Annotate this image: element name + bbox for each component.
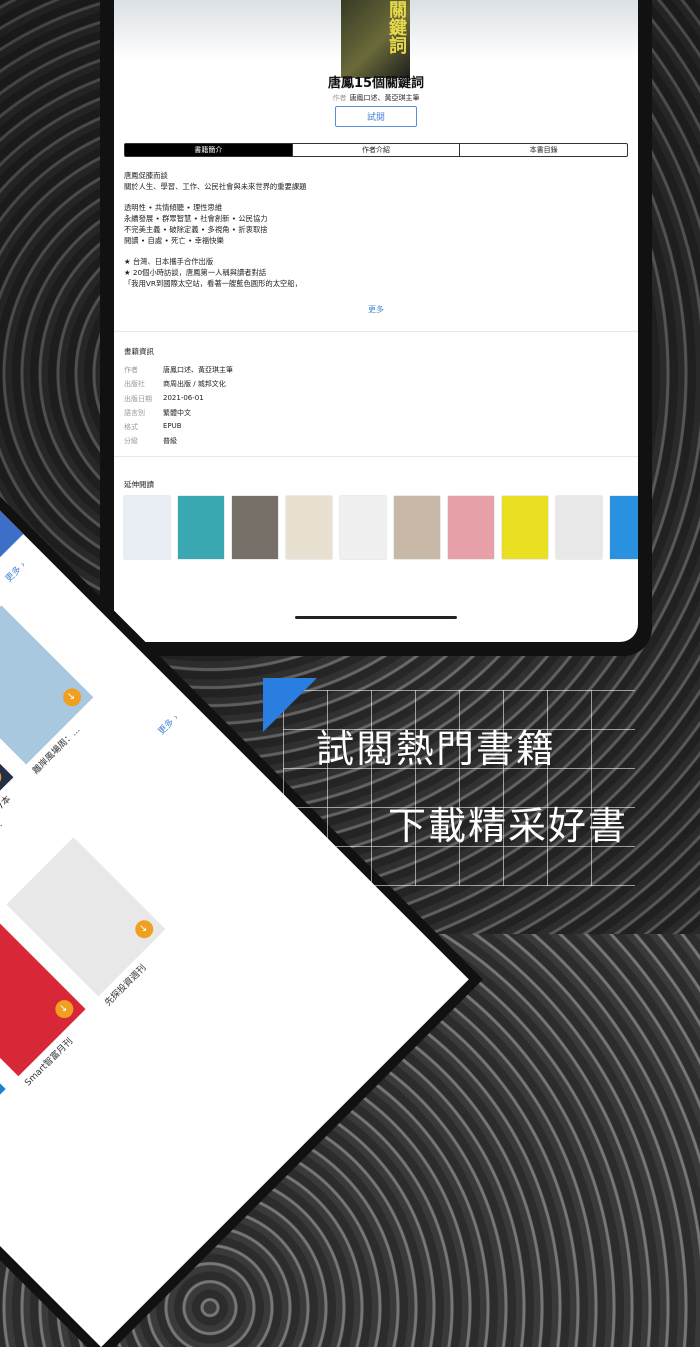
phone-book-cover[interactable]: ↓ [0,605,94,765]
download-icon[interactable]: ↓ [51,996,78,1022]
home-indicator [295,616,457,619]
download-icon[interactable]: ↓ [0,764,5,790]
phone-book[interactable]: ↓ 離岸風場周：... [0,605,115,785]
info-row: 作者 唐鳳口述、黃亞琪主筆 [124,365,233,379]
book-description: 唐鳳促膝而談 關於人生、學習、工作、公民社會與未來世界的重要課題 透明性 • 共… [124,171,307,288]
phone-more-link[interactable]: 更多 › [155,711,181,737]
info-key: 出版日期 [124,394,152,403]
info-row: 分級 普級 [124,436,233,450]
book-title: 唐鳳15個關鍵詞 [327,76,425,91]
download-icon[interactable]: ↓ [59,684,85,711]
book-cover: 個關鍵詞 [341,0,410,78]
detail-tabs: 書籍簡介 作者介紹 本書目錄 [124,143,628,157]
info-key: 出版社 [124,380,145,389]
tab-introduction[interactable]: 書籍簡介 [125,144,292,156]
tab-toc[interactable]: 本書目錄 [459,144,627,156]
related-book-cover[interactable] [610,496,638,559]
info-key: 格式 [124,423,138,432]
related-book-cover[interactable] [232,496,278,559]
download-icon[interactable]: ↓ [131,916,157,942]
info-key: 分級 [124,437,138,446]
related-book-cover[interactable] [556,496,602,559]
phone-more-link[interactable]: 更多 › [2,558,28,584]
promo-subheadline: 下載精采好書 [388,804,629,848]
related-book-cover[interactable] [124,496,170,559]
info-key: 語言別 [124,408,145,417]
divider [114,331,638,332]
info-value: 2021-06-01 [163,393,204,402]
info-value: EPUB [163,422,182,431]
phone-book-title: 基地全系列套書7本（紀念書衣... [0,794,14,865]
info-row: 語言別 繁體中文 [124,408,233,422]
phone-book-row: ↓開放銀行商機↓Smart智富月刊↓先探投資週刊 [0,837,178,1183]
related-book-cover[interactable] [394,496,440,559]
related-books [124,496,638,559]
related-book-cover[interactable] [178,496,224,559]
divider [114,456,638,457]
related-book-cover[interactable] [448,496,494,559]
phone-book-title: 開放銀行商機 [0,1093,18,1169]
more-link[interactable]: 更多 [114,304,638,315]
info-value: 唐鳳口述、黃亞琪主筆 [163,366,233,374]
promo-headline: 試閱熱門書籍 [316,727,557,771]
blue-triangle [263,678,317,732]
info-value: 普級 [163,437,177,446]
author-label: 作者 [332,94,347,102]
info-key: 作者 [124,366,138,374]
info-value: 繁體中文 [163,408,191,417]
tablet-frame: 個關鍵詞 唐鳳15個關鍵詞 作者 唐鳳口述、黃亞琪主筆 試閱 書籍簡介 作者介紹 … [100,0,652,656]
trial-read-button[interactable]: 試閱 [335,106,417,127]
book-detail-screen: 個關鍵詞 唐鳳15個關鍵詞 作者 唐鳳口述、黃亞琪主筆 試閱 書籍簡介 作者介紹 … [114,0,638,642]
info-row: 出版社 商周出版 / 城邦文化 [124,379,233,393]
author-value: 唐鳳口述、黃亞琪主筆 [349,94,420,102]
tab-author[interactable]: 作者介紹 [291,144,460,156]
info-value: 商周出版 / 城邦文化 [163,380,226,389]
related-book-cover[interactable] [286,496,332,559]
info-heading: 書籍資訊 [124,347,154,356]
book-author: 作者 唐鳳口述、黃亞琪主筆 [114,93,638,103]
related-book-cover[interactable] [340,496,386,559]
info-row: 格式 EPUB [124,422,233,436]
related-book-cover[interactable] [502,496,548,559]
related-heading: 延伸閱讀 [124,480,154,489]
info-row: 出版日期 2021-06-01 [124,394,233,408]
info-table: 作者 唐鳳口述、黃亞琪主筆出版社 商周出版 / 城邦文化出版日期 2021-06-01… [124,365,233,451]
